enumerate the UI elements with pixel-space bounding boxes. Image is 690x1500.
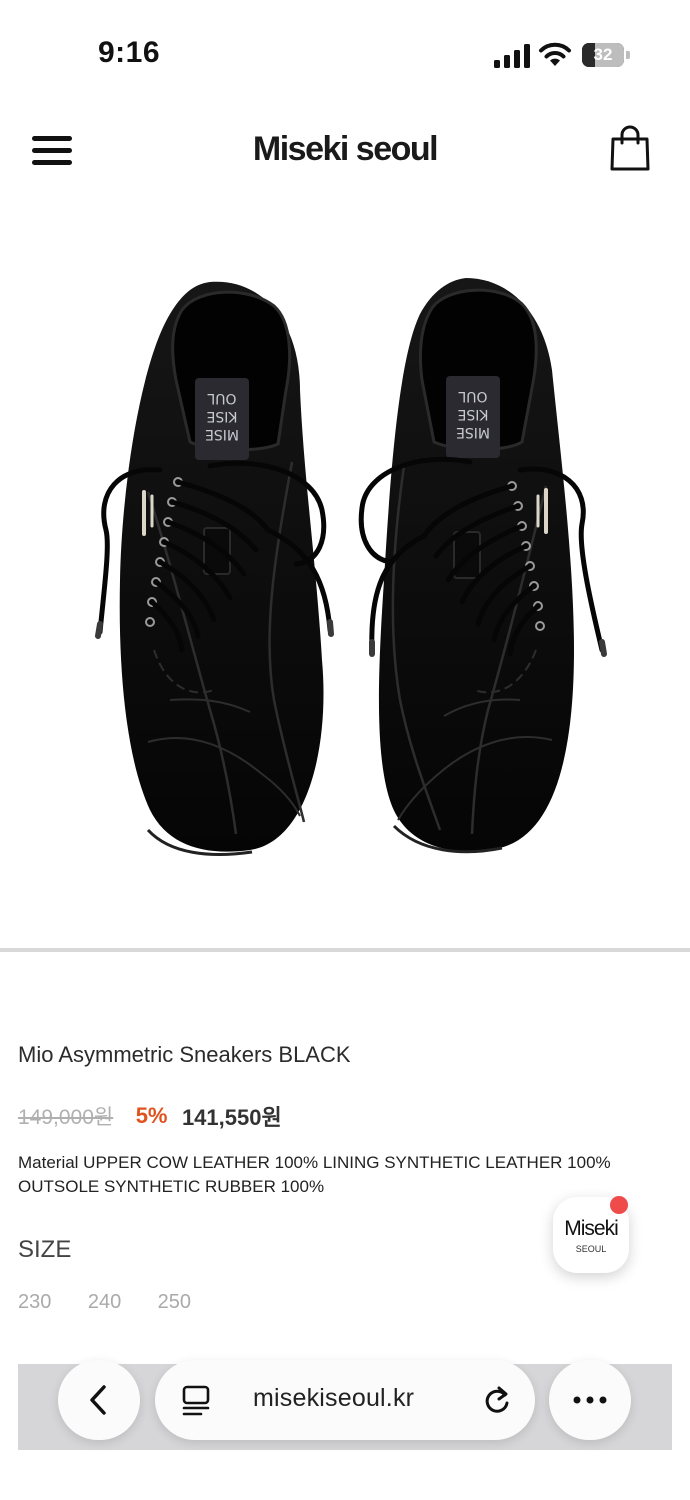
battery-level: 32 [593, 45, 613, 64]
notification-dot [610, 1196, 628, 1214]
url-text: misekiseoul.kr [253, 1384, 415, 1412]
size-option-240[interactable]: 240 [88, 1291, 121, 1314]
price-row: 149,000원 5% 141,550원 [18, 1100, 282, 1130]
wifi-icon [539, 42, 571, 66]
reload-icon[interactable] [481, 1383, 513, 1417]
chat-badge-title: Miseki [564, 1217, 619, 1240]
svg-text:KISE: KISE [206, 408, 237, 424]
site-header: Miseki seoul [0, 100, 690, 200]
right-shoe: MISE KISE OUL [358, 278, 607, 854]
chevron-left-icon [90, 1385, 106, 1415]
cellular-signal-icon [494, 44, 530, 68]
discount-rate: 5% [135, 1103, 168, 1128]
status-time: 9:16 [98, 36, 161, 69]
svg-text:KISE: KISE [457, 406, 488, 422]
status-bar: 9:16 32 [0, 0, 690, 100]
sale-price: 141,550원 [181, 1105, 282, 1130]
brand-logo[interactable]: Miseki seoul [0, 130, 690, 169]
image-divider [0, 948, 690, 952]
battery-tip [626, 51, 630, 59]
size-option-250[interactable]: 250 [158, 1291, 191, 1314]
size-options: 230 240 250 [18, 1291, 223, 1314]
svg-text:OUL: OUL [458, 388, 487, 404]
battery-indicator: 32 [582, 43, 630, 67]
ellipsis-icon [573, 1396, 607, 1404]
size-heading: SIZE [18, 1236, 72, 1263]
left-insole-label: MISE KISE OUL [205, 390, 239, 442]
chat-badge-subtitle: SEOUL [575, 1244, 607, 1254]
product-image[interactable]: MISE KISE OUL MISE KISE OUL [0, 230, 690, 910]
shopping-bag-icon[interactable] [606, 124, 654, 172]
svg-text:OUL: OUL [207, 390, 236, 406]
product-name: Mio Asymmetric Sneakers BLACK [18, 1042, 351, 1067]
svg-text:MISE: MISE [205, 426, 239, 442]
address-bar[interactable]: misekiseoul.kr [155, 1360, 535, 1440]
left-shoe: MISE KISE OUL [95, 281, 334, 856]
hamburger-menu-icon[interactable] [32, 136, 72, 166]
size-option-230[interactable]: 230 [18, 1291, 51, 1314]
right-insole-label: MISE KISE OUL [456, 388, 490, 440]
original-price: 149,000원 [18, 1106, 114, 1129]
more-button[interactable] [549, 1360, 631, 1440]
reader-icon [182, 1385, 210, 1416]
material-description: Material UPPER COW LEATHER 100% LINING S… [18, 1153, 611, 1196]
back-button[interactable] [58, 1360, 140, 1440]
svg-text:MISE: MISE [456, 424, 490, 440]
